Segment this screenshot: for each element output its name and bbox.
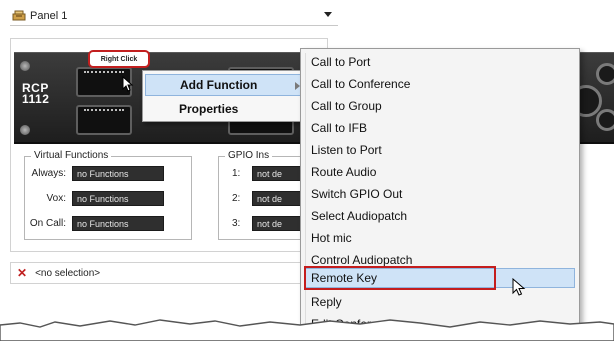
- menu-item-listen-to-port[interactable]: Listen to Port: [311, 140, 382, 160]
- chevron-down-icon[interactable]: [324, 12, 332, 17]
- panel-selector-dropdown[interactable]: Panel 1: [10, 6, 338, 26]
- menu-item-select-audiopatch[interactable]: Select Audiopatch: [311, 206, 407, 226]
- menu-item-call-to-group[interactable]: Call to Group: [311, 96, 382, 116]
- menu-item-route-audio[interactable]: Route Audio: [311, 162, 376, 182]
- group-legend: Virtual Functions: [31, 150, 112, 161]
- gpio-row: 1: not de: [232, 166, 302, 181]
- panel-knob[interactable]: [596, 63, 614, 85]
- row-label: Vox:: [46, 193, 66, 204]
- row-label: 1:: [232, 168, 241, 179]
- screw-icon: [20, 61, 30, 71]
- panel-icon: [12, 10, 26, 21]
- menu-item-call-to-conference[interactable]: Call to Conference: [311, 74, 410, 94]
- menu-item-label: Properties: [179, 102, 239, 116]
- menu-item-label: Add Function: [180, 78, 258, 92]
- mouse-pointer-icon: [512, 278, 526, 296]
- clear-x-icon[interactable]: ✕: [17, 266, 27, 280]
- virtual-function-field[interactable]: no Functions: [72, 216, 164, 231]
- menu-item-properties[interactable]: Properties: [145, 98, 309, 120]
- context-menu-primary: Add Function Properties: [142, 70, 312, 122]
- menu-item-call-to-port[interactable]: Call to Port: [311, 52, 370, 72]
- menu-item-switch-gpio-out[interactable]: Switch GPIO Out: [311, 184, 402, 204]
- right-click-callout: Right Click: [88, 50, 150, 68]
- menu-item-hot-mic[interactable]: Hot mic: [311, 228, 352, 248]
- model-line2: 1112: [22, 92, 50, 106]
- gpio-field[interactable]: not de: [252, 216, 302, 231]
- virtual-function-row: Vox: no Functions: [16, 191, 164, 206]
- row-label: 2:: [232, 193, 241, 204]
- selection-bar: ✕ <no selection>: [10, 262, 306, 284]
- row-label: On Call:: [29, 218, 66, 229]
- group-legend: GPIO Ins: [225, 150, 273, 161]
- virtual-function-field[interactable]: no Functions: [72, 191, 164, 206]
- panel-key-2[interactable]: [76, 105, 132, 135]
- row-label: Always:: [31, 168, 66, 179]
- mouse-pointer-icon: [122, 76, 134, 92]
- context-menu-functions: Call to Port Call to Conference Call to …: [300, 48, 580, 341]
- gpio-row: 3: not de: [232, 216, 302, 231]
- menu-item-reply[interactable]: Reply: [311, 292, 342, 312]
- gpio-field[interactable]: not de: [252, 191, 302, 206]
- menu-gutter-divider: [305, 53, 306, 340]
- gpio-row: 2: not de: [232, 191, 302, 206]
- hardware-model-label: RCP 1112: [22, 82, 50, 106]
- row-label: 3:: [232, 218, 241, 229]
- menu-item-add-function[interactable]: Add Function: [145, 74, 309, 96]
- virtual-function-row: On Call: no Functions: [16, 216, 164, 231]
- virtual-function-row: Always: no Functions: [16, 166, 164, 181]
- screw-icon: [20, 125, 30, 135]
- gpio-field[interactable]: not de: [252, 166, 302, 181]
- remote-key-highlight-box: [304, 266, 496, 290]
- torn-edge-decoration: [0, 319, 614, 341]
- menu-item-call-to-ifb[interactable]: Call to IFB: [311, 118, 367, 138]
- panel-knob[interactable]: [596, 109, 614, 131]
- selection-text: <no selection>: [35, 267, 101, 279]
- virtual-function-field[interactable]: no Functions: [72, 166, 164, 181]
- panel-selector-label: Panel 1: [30, 9, 68, 22]
